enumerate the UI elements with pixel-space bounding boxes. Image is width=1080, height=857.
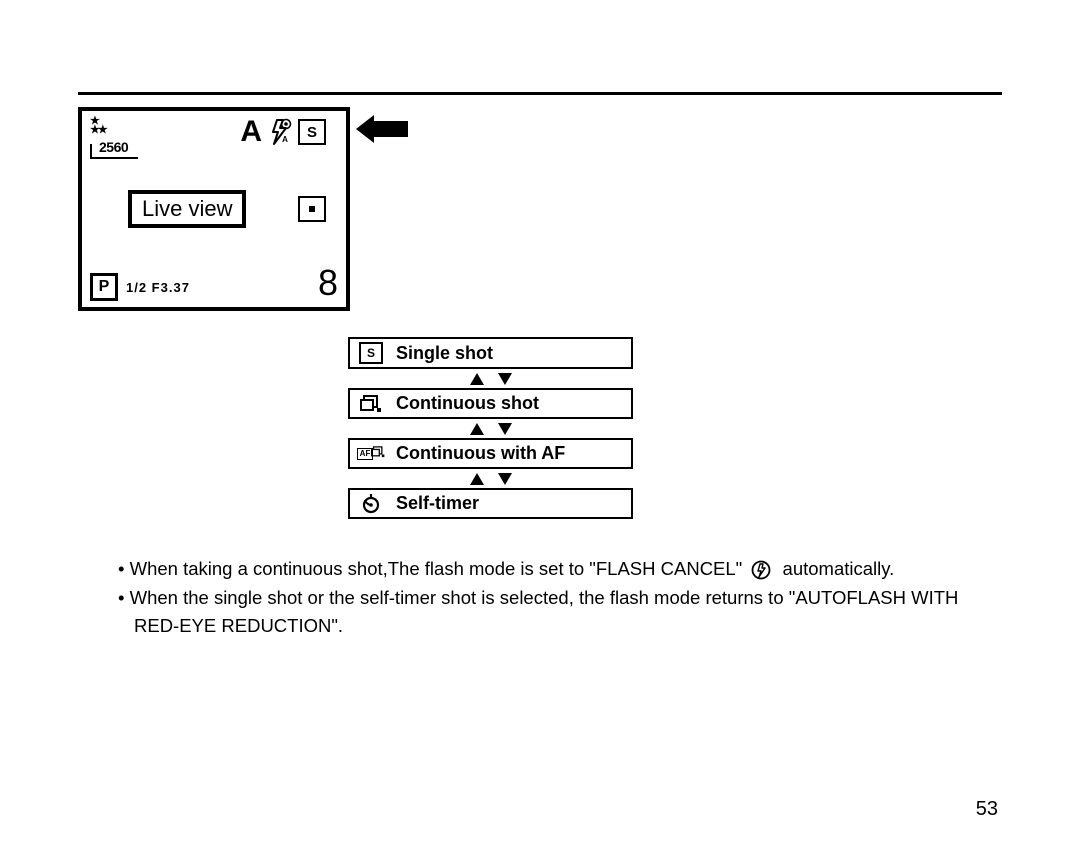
- burst-af-icon: AF: [358, 443, 384, 464]
- program-mode-icon: P: [90, 273, 118, 301]
- footnotes: When taking a continuous shot,The flash …: [78, 555, 1002, 639]
- metering-spot-icon: [298, 196, 326, 222]
- exposure-readout: 1/2 F3.37: [126, 280, 190, 295]
- mode-continuous-af: AF Continuous with AF: [348, 438, 633, 469]
- auto-mode-letter: A: [240, 117, 262, 147]
- manual-page: { "lcd": { "size_label": "2560", "mode_l…: [0, 92, 1080, 857]
- flash-auto-redeye-icon: A: [268, 118, 292, 146]
- horizontal-rule: [78, 92, 1002, 95]
- camera-lcd: ★★★ 2560 A A S: [78, 107, 350, 311]
- image-size-text: 2560: [99, 139, 128, 155]
- frames-remaining: 8: [318, 265, 338, 301]
- self-timer-icon: [358, 494, 384, 514]
- svg-text:A: A: [282, 135, 288, 144]
- s-icon: S: [359, 342, 383, 364]
- footnote-text: When taking a continuous shot,The flash …: [130, 558, 743, 579]
- footnote-text: When the single shot or the self-timer s…: [130, 587, 959, 636]
- mode-label: Single shot: [396, 343, 493, 364]
- page-number: 53: [976, 798, 998, 821]
- mode-continuous: Continuous shot: [348, 388, 633, 419]
- nav-arrows-icon: [348, 419, 633, 438]
- mode-self-timer: Self-timer: [348, 488, 633, 519]
- stars-icon: ★★★: [90, 117, 106, 135]
- mode-label: Self-timer: [396, 493, 479, 514]
- burst-icon: [358, 395, 384, 413]
- live-view-label: Live view: [142, 196, 232, 221]
- drive-mode-list: S Single shot Continuous shot AF: [348, 337, 633, 519]
- nav-arrows-icon: [348, 469, 633, 488]
- flash-cancel-icon: [751, 559, 776, 580]
- callout-arrow-icon: [356, 115, 408, 143]
- live-view-chip: Live view: [128, 190, 246, 228]
- mode-label: Continuous with AF: [396, 443, 565, 464]
- footnote-item: When taking a continuous shot,The flash …: [118, 555, 1002, 584]
- footnote-text: automatically.: [783, 558, 895, 579]
- mode-label: Continuous shot: [396, 393, 539, 414]
- drive-mode-s-icon: S: [298, 119, 326, 145]
- image-size-value: 2560: [90, 137, 130, 159]
- mode-single-shot: S Single shot: [348, 337, 633, 369]
- nav-arrows-icon: [348, 369, 633, 388]
- quality-indicator: ★★★ 2560: [90, 117, 130, 159]
- footnote-item: When the single shot or the self-timer s…: [118, 584, 1002, 640]
